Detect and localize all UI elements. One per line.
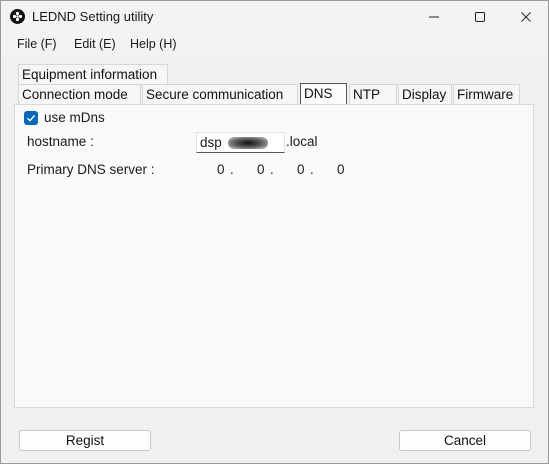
- app-window: LEDND Setting utility File (F) Edit (E) …: [0, 0, 549, 464]
- octet-separator: .: [310, 162, 314, 177]
- hostname-suffix: .local: [286, 134, 318, 149]
- menu-file[interactable]: File (F): [17, 37, 57, 51]
- primary-dns-octet-1[interactable]: 0: [217, 162, 225, 177]
- cancel-button[interactable]: Cancel: [399, 430, 531, 451]
- octet-separator: .: [270, 162, 274, 177]
- primary-dns-octet-3[interactable]: 0: [297, 162, 305, 177]
- app-logo-icon: [10, 9, 25, 24]
- maximize-button[interactable]: [457, 1, 503, 32]
- tab-ntp[interactable]: NTP: [349, 84, 397, 104]
- hostname-value: dsp: [200, 135, 222, 150]
- primary-dns-octet-2[interactable]: 0: [257, 162, 265, 177]
- use-mdns-label[interactable]: use mDns: [44, 110, 105, 125]
- hostname-label: hostname :: [27, 134, 94, 149]
- minimize-icon: [429, 16, 439, 18]
- window-title: LEDND Setting utility: [32, 9, 154, 24]
- redacted-region: [228, 137, 268, 149]
- close-icon: [521, 12, 531, 22]
- primary-dns-label: Primary DNS server :: [27, 162, 155, 177]
- tab-firmware[interactable]: Firmware: [453, 84, 520, 104]
- tab-equipment-information[interactable]: Equipment information: [18, 64, 168, 84]
- menu-help[interactable]: Help (H): [130, 37, 177, 51]
- close-button[interactable]: [503, 1, 549, 32]
- tab-secure-communication[interactable]: Secure communication: [142, 84, 298, 104]
- tab-dns[interactable]: DNS: [300, 83, 347, 104]
- primary-dns-octet-4[interactable]: 0: [337, 162, 345, 177]
- tab-display[interactable]: Display: [398, 84, 452, 104]
- tab-connection-mode[interactable]: Connection mode: [18, 84, 141, 104]
- menu-edit[interactable]: Edit (E): [74, 37, 116, 51]
- minimize-button[interactable]: [411, 1, 457, 32]
- checkmark-icon: [27, 114, 36, 122]
- use-mdns-checkbox[interactable]: [24, 111, 38, 125]
- title-bar[interactable]: LEDND Setting utility: [1, 1, 548, 32]
- octet-separator: .: [230, 162, 234, 177]
- main-content: Equipment information Connection mode Se…: [1, 56, 548, 463]
- menu-bar: File (F) Edit (E) Help (H): [1, 32, 548, 56]
- regist-button[interactable]: Regist: [19, 430, 151, 451]
- hostname-input[interactable]: dsp: [196, 132, 285, 153]
- dns-tab-panel: use mDns hostname : dsp .local Primary D…: [14, 104, 534, 408]
- maximize-icon: [475, 12, 485, 22]
